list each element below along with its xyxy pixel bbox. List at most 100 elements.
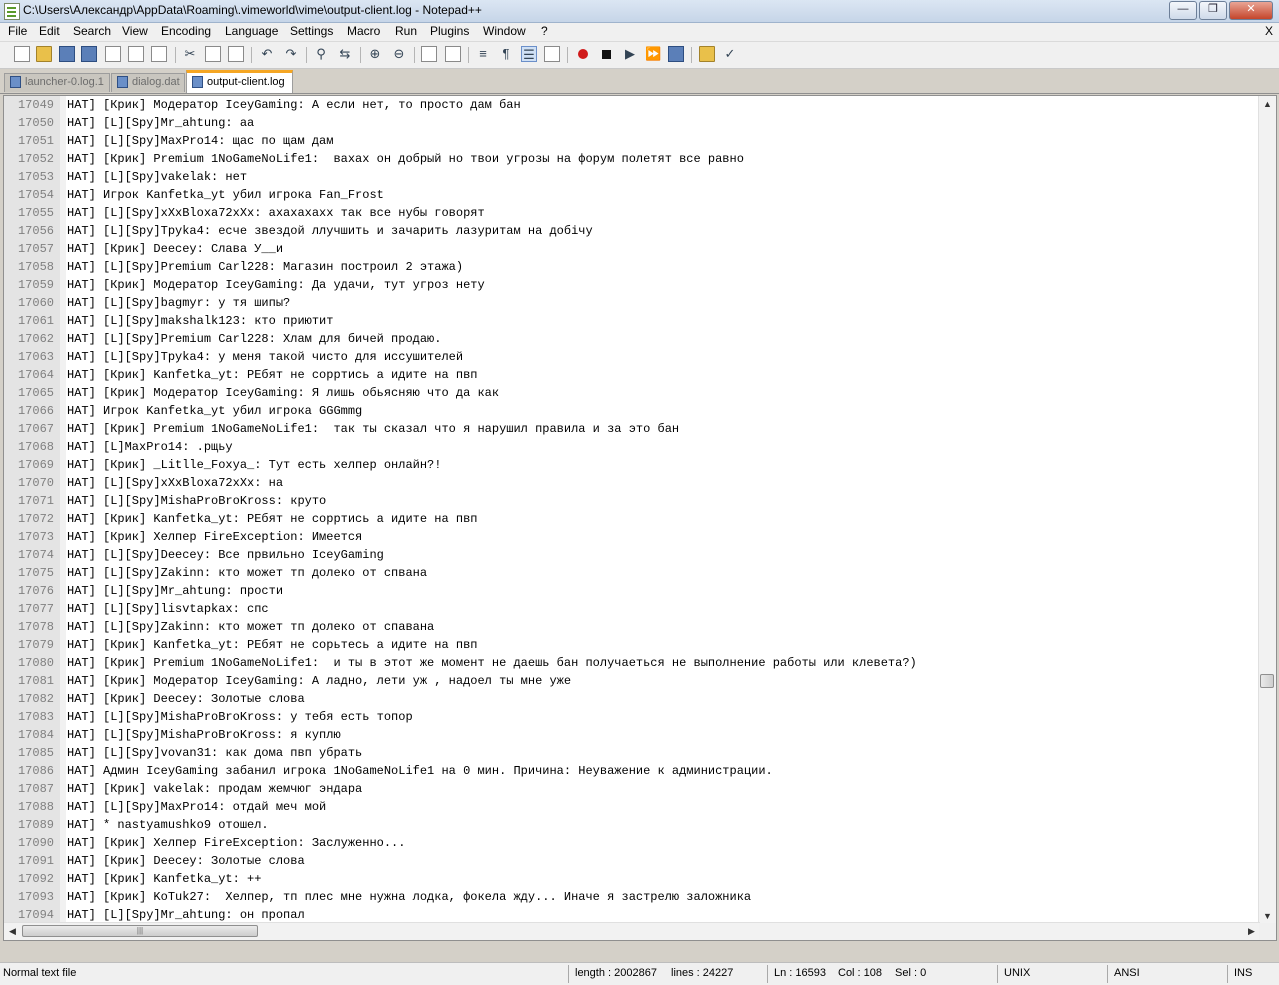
horizontal-scroll-thumb[interactable]: |||	[22, 925, 258, 937]
menu-encoding[interactable]: Encoding	[161, 24, 211, 38]
editor-line[interactable]: 17088 HAT] [L][Spy]MaxPro14: отдай меч мо…	[4, 798, 1260, 816]
editor-line[interactable]: 17063 HAT] [L][Spy]Tpyka4: у меня такой ч…	[4, 348, 1260, 366]
editor-line[interactable]: 17087 HAT] [Крик] vakelak: продам жемчюг …	[4, 780, 1260, 798]
open-folder-icon[interactable]	[699, 46, 715, 62]
editor-line[interactable]: 17076 HAT] [L][Spy]Mr_ahtung: прости	[4, 582, 1260, 600]
undo-icon[interactable]: ↶	[259, 46, 275, 62]
editor-line[interactable]: 17073 HAT] [Крик] Хелпер FireException: И…	[4, 528, 1260, 546]
scroll-left-icon[interactable]: ◀	[4, 923, 21, 940]
save-icon[interactable]	[59, 46, 75, 62]
run-macro-multiple-icon[interactable]: ⏩	[645, 46, 661, 62]
menu-language[interactable]: Language	[225, 24, 278, 38]
editor-line[interactable]: 17065 HAT] [Крик] Модератор IceyGaming: Я…	[4, 384, 1260, 402]
editor-line[interactable]: 17091 HAT] [Крик] Deecey: Золотые слова	[4, 852, 1260, 870]
menu-edit[interactable]: Edit	[39, 24, 60, 38]
editor-line[interactable]: 17059 HAT] [Крик] Модератор IceyGaming: Д…	[4, 276, 1260, 294]
find-icon[interactable]: ⚲	[313, 46, 329, 62]
vertical-scroll-thumb[interactable]	[1260, 674, 1274, 688]
editor-line[interactable]: 17089 HAT] * nastyamushko9 отошел.	[4, 816, 1260, 834]
open-file-icon[interactable]	[36, 46, 52, 62]
maximize-button[interactable]: ❐	[1199, 1, 1227, 20]
editor-line[interactable]: 17075 HAT] [L][Spy]Zakinn: кто может тп д…	[4, 564, 1260, 582]
menu-file[interactable]: File	[8, 24, 27, 38]
editor-line[interactable]: 17071 HAT] [L][Spy]MishaProBroKross: крут…	[4, 492, 1260, 510]
new-file-icon[interactable]	[14, 46, 30, 62]
editor-line[interactable]: 17074 HAT] [L][Spy]Deecey: Все првильно I…	[4, 546, 1260, 564]
save-macro-icon[interactable]	[668, 46, 684, 62]
sync-vertical-icon[interactable]	[421, 46, 437, 62]
editor-line[interactable]: 17057 HAT] [Крик] Deecey: Слава У__и	[4, 240, 1260, 258]
editor-line[interactable]: 17061 HAT] [L][Spy]makshalk123: кто приют…	[4, 312, 1260, 330]
editor-line[interactable]: 17058 HAT] [L][Spy]Premium Carl228: Магаз…	[4, 258, 1260, 276]
editor-line[interactable]: 17054 HAT] Игрок Kanfetka_yt убил игрока …	[4, 186, 1260, 204]
editor-line[interactable]: 17070 HAT] [L][Spy]xXxBloxa72xXx: на	[4, 474, 1260, 492]
editor-line[interactable]: 17093 HAT] [Крик] KoTuk27: Хелпер, тп пле…	[4, 888, 1260, 906]
menu-run[interactable]: Run	[395, 24, 417, 38]
paste-icon[interactable]	[228, 46, 244, 62]
menu-plugins[interactable]: Plugins	[430, 24, 469, 38]
editor-line[interactable]: 17055 HAT] [L][Spy]xXxBloxa72xXx: ахахаха…	[4, 204, 1260, 222]
editor-line[interactable]: 17082 HAT] [Крик] Deecey: Золотые слова	[4, 690, 1260, 708]
menu-help[interactable]: ?	[541, 24, 548, 38]
tab-dialog-dat[interactable]: dialog.dat	[111, 73, 185, 92]
doc-map-icon[interactable]	[544, 46, 560, 62]
redo-icon[interactable]: ↷	[283, 46, 299, 62]
editor-line[interactable]: 17064 HAT] [Крик] Kanfetka_yt: РЕбят не с…	[4, 366, 1260, 384]
editor-line[interactable]: 17053 HAT] [L][Spy]vakelak: нет	[4, 168, 1260, 186]
editor-line[interactable]: 17079 HAT] [Крик] Kanfetka_yt: РЕбят не с…	[4, 636, 1260, 654]
editor-line[interactable]: 17077 HAT] [L][Spy]lisvtapkax: спс	[4, 600, 1260, 618]
editor-line[interactable]: 17052 HAT] [Крик] Premium 1NoGameNoLife1:…	[4, 150, 1260, 168]
editor-line[interactable]: 17084 HAT] [L][Spy]MishaProBroKross: я ку…	[4, 726, 1260, 744]
tab-launcher-log[interactable]: launcher-0.log.1	[4, 73, 110, 92]
editor-line[interactable]: 17066 HAT] Игрок Kanfetka_yt убил игрока …	[4, 402, 1260, 420]
spellcheck-icon[interactable]: ✓	[722, 46, 738, 62]
editor-line[interactable]: 17062 HAT] [L][Spy]Premium Carl228: Хлам …	[4, 330, 1260, 348]
word-wrap-icon[interactable]: ≡	[475, 46, 491, 62]
editor-line[interactable]: 17049 HAT] [Крик] Модератор IceyGaming: А…	[4, 96, 1260, 114]
menu-search[interactable]: Search	[73, 24, 111, 38]
editor-line[interactable]: 17051 HAT] [L][Spy]MaxPro14: щас по щам д…	[4, 132, 1260, 150]
editor-line[interactable]: 17060 HAT] [L][Spy]bagmyr: у тя шипы?	[4, 294, 1260, 312]
editor-line[interactable]: 17085 HAT] [L][Spy]vovan31: как дома пвп …	[4, 744, 1260, 762]
indent-guide-icon[interactable]: ☰	[521, 46, 537, 62]
print-icon[interactable]	[151, 46, 167, 62]
close-document-button[interactable]: X	[1265, 24, 1273, 38]
save-all-icon[interactable]	[81, 46, 97, 62]
stop-record-icon[interactable]	[602, 50, 611, 59]
editor-line[interactable]: 17067 HAT] [Крик] Premium 1NoGameNoLife1:…	[4, 420, 1260, 438]
copy-icon[interactable]	[205, 46, 221, 62]
close-icon[interactable]	[105, 46, 121, 62]
editor-line[interactable]: 17092 HAT] [Крик] Kanfetka_yt: ++	[4, 870, 1260, 888]
editor-line[interactable]: 17090 HAT] [Крик] Хелпер FireException: З…	[4, 834, 1260, 852]
sync-horizontal-icon[interactable]	[445, 46, 461, 62]
editor-line[interactable]: 17050 HAT] [L][Spy]Mr_ahtung: аа	[4, 114, 1260, 132]
close-all-icon[interactable]	[128, 46, 144, 62]
tab-output-client-log[interactable]: output-client.log	[186, 70, 293, 93]
vertical-scrollbar[interactable]: ▲ ▼	[1258, 96, 1276, 925]
close-window-button[interactable]: ✕	[1229, 1, 1273, 20]
record-macro-icon[interactable]	[578, 49, 588, 59]
editor-line[interactable]: 17080 HAT] [Крик] Premium 1NoGameNoLife1:…	[4, 654, 1260, 672]
editor-line[interactable]: 17068 HAT] [L]MaxPro14: .рщьу	[4, 438, 1260, 456]
editor-line[interactable]: 17069 HAT] [Крик] _Litlle_Foxya_: Тут ест…	[4, 456, 1260, 474]
menu-settings[interactable]: Settings	[290, 24, 333, 38]
minimize-button[interactable]: —	[1169, 1, 1197, 20]
editor-line[interactable]: 17056 HAT] [L][Spy]Tpyka4: есче звездой л…	[4, 222, 1260, 240]
editor-line[interactable]: 17083 HAT] [L][Spy]MishaProBroKross: у те…	[4, 708, 1260, 726]
editor-line[interactable]: 17072 HAT] [Крик] Kanfetka_yt: РЕбят не с…	[4, 510, 1260, 528]
show-all-chars-icon[interactable]: ¶	[498, 46, 514, 62]
horizontal-scrollbar[interactable]: ◀ ||| ▶	[4, 922, 1260, 940]
scroll-up-icon[interactable]: ▲	[1259, 96, 1276, 113]
menu-window[interactable]: Window	[483, 24, 526, 38]
cut-icon[interactable]: ✂	[182, 46, 198, 62]
menu-macro[interactable]: Macro	[347, 24, 380, 38]
editor-line[interactable]: 17081 HAT] [Крик] Модератор IceyGaming: А…	[4, 672, 1260, 690]
editor-line[interactable]: 17086 HAT] Админ IceyGaming забанил игрок…	[4, 762, 1260, 780]
menu-view[interactable]: View	[122, 24, 148, 38]
replace-icon[interactable]: ⇆	[337, 46, 353, 62]
scroll-right-icon[interactable]: ▶	[1243, 923, 1260, 940]
zoom-in-icon[interactable]: ⊕	[367, 46, 383, 62]
editor-line[interactable]: 17078 HAT] [L][Spy]Zakinn: кто может тп д…	[4, 618, 1260, 636]
play-macro-icon[interactable]: ▶	[622, 46, 638, 62]
text-editor[interactable]: 17049 HAT] [Крик] Модератор IceyGaming: А…	[3, 95, 1277, 941]
